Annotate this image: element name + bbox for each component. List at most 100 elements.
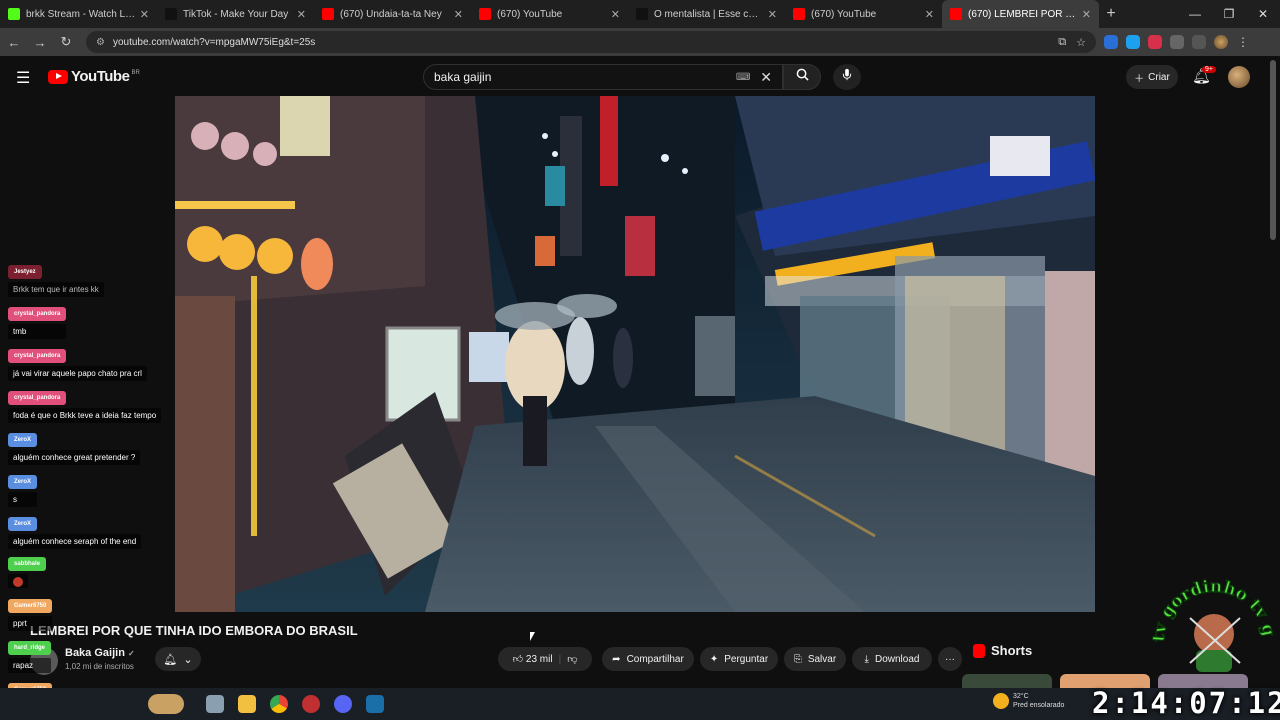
share-label: Compartilhar xyxy=(626,653,684,665)
notifications-badge: 9+ xyxy=(1202,66,1216,73)
mouse-cursor xyxy=(530,632,535,641)
browser-tab[interactable]: (670) LEMBREI POR QUE TI ✕ xyxy=(942,0,1099,28)
extension-icon[interactable] xyxy=(1104,35,1118,49)
country-code: BR xyxy=(131,69,140,76)
restore-icon[interactable]: ❐ xyxy=(1212,7,1246,21)
close-tab-icon[interactable]: ✕ xyxy=(140,8,149,21)
close-tab-icon[interactable]: ✕ xyxy=(297,8,306,21)
chat-message: hard_ridge rapaz xyxy=(8,636,52,673)
tab-title: (670) LEMBREI POR QUE TI xyxy=(968,8,1078,20)
youtube-logo[interactable]: YouTube BR xyxy=(48,68,140,85)
app-icon[interactable] xyxy=(302,695,320,713)
search-input[interactable]: baka gaijin ⌨ ✕ xyxy=(423,64,783,90)
download-label: Download xyxy=(874,653,920,665)
browser-tab[interactable]: (670) YouTube ✕ xyxy=(471,0,628,28)
more-actions-button[interactable]: ··· xyxy=(938,647,962,671)
extension-icon[interactable] xyxy=(1148,35,1162,49)
chat-username: ZeroX xyxy=(8,433,38,447)
task-view-icon[interactable] xyxy=(206,695,224,713)
create-button[interactable]: ＋ Criar xyxy=(1126,65,1178,89)
weather-desc: Pred ensolarado xyxy=(1013,702,1065,709)
chat-message: crystal_pandora já vai virar aquele papo … xyxy=(8,344,147,381)
chat-text: rapaz xyxy=(8,658,52,673)
ask-button[interactable]: ✦ Perguntar xyxy=(700,647,778,671)
install-app-icon[interactable]: ⧉ xyxy=(1058,36,1066,49)
youtube-header: ☰ YouTube BR baka gaijin ⌨ ✕ ＋ Criar 🔔︎ … xyxy=(0,56,1280,96)
more-icon: ··· xyxy=(945,653,955,665)
file-explorer-icon[interactable] xyxy=(238,695,256,713)
chat-message: ZeroX s xyxy=(8,470,38,507)
browser-menu-icon[interactable]: ⋮ xyxy=(1236,35,1250,49)
browser-tab[interactable]: brkk Stream - Watch Live o ✕ xyxy=(0,0,157,28)
windows-taskbar xyxy=(0,688,1280,720)
chat-username: crystal_pandora xyxy=(8,349,67,363)
close-window-icon[interactable]: ✕ xyxy=(1246,7,1280,21)
subscription-notification-button[interactable]: 🔔︎ ⌄ xyxy=(155,647,201,671)
bookmark-icon: ⎘ xyxy=(793,653,802,665)
page-scrollbar[interactable] xyxy=(1270,60,1276,240)
close-tab-icon[interactable]: ✕ xyxy=(1082,8,1091,21)
close-tab-icon[interactable]: ✕ xyxy=(454,8,463,21)
verified-icon: ✓ xyxy=(127,649,135,658)
account-avatar[interactable] xyxy=(1228,66,1250,88)
download-button[interactable]: ⤓ Download xyxy=(852,647,932,671)
video-player[interactable] xyxy=(175,96,1095,612)
voice-search-button[interactable] xyxy=(833,64,861,90)
chat-message: ZeroX alguém conhece great pretender ? xyxy=(8,428,141,465)
steam-icon[interactable] xyxy=(366,695,384,713)
clear-search-icon[interactable]: ✕ xyxy=(760,69,772,86)
tab-title: TikTok - Make Your Day xyxy=(183,8,289,20)
chat-username: crystal_pandora xyxy=(8,307,67,321)
tiktok-icon xyxy=(636,8,648,20)
chat-username: Jestyez xyxy=(8,265,42,279)
close-tab-icon[interactable]: ✕ xyxy=(925,8,934,21)
browser-tab[interactable]: TikTok - Make Your Day ✕ xyxy=(157,0,314,28)
url-text: youtube.com/watch?v=mpgaMW75iEg&t=25s xyxy=(112,36,316,48)
channel-name-text: Baka Gaijin xyxy=(65,647,125,659)
ask-label: Perguntar xyxy=(724,653,769,665)
chrome-icon[interactable] xyxy=(270,695,288,713)
share-button[interactable]: ➦ Compartilhar xyxy=(602,647,694,671)
channel-name[interactable]: Baka Gaijin ✓ xyxy=(65,647,135,659)
microphone-icon xyxy=(842,68,852,81)
save-button[interactable]: ⎘ Salvar xyxy=(784,647,846,671)
save-label: Salvar xyxy=(807,653,837,665)
discord-icon[interactable] xyxy=(334,695,352,713)
close-tab-icon[interactable]: ✕ xyxy=(768,8,777,21)
reload-icon[interactable]: ↻ xyxy=(54,34,78,50)
search-query: baka gaijin xyxy=(434,70,492,84)
extensions-puzzle-icon[interactable] xyxy=(1170,35,1184,49)
browser-tab[interactable]: (670) Undaia-ta-ta Ney ✕ xyxy=(314,0,471,28)
browser-tab[interactable]: O mentalista | Esse cara é muit ✕ xyxy=(628,0,785,28)
hamburger-menu-icon[interactable]: ☰ xyxy=(16,68,30,88)
close-tab-icon[interactable]: ✕ xyxy=(611,8,620,21)
taskbar-weather[interactable]: 32°C Pred ensolarado xyxy=(993,692,1064,710)
youtube-icon xyxy=(793,8,805,20)
tiktok-icon xyxy=(165,8,177,20)
forward-icon[interactable]: → xyxy=(28,35,52,50)
new-tab-icon[interactable]: + xyxy=(1099,5,1123,23)
minimize-icon[interactable]: — xyxy=(1178,7,1212,21)
chat-username: Gamer6750 xyxy=(8,599,53,613)
chat-message: Jestyez Brkk tem que ir antes kk xyxy=(8,260,104,297)
search-button[interactable] xyxy=(783,64,821,90)
back-icon[interactable]: ← xyxy=(2,35,26,50)
chat-message: crystal_pandora foda é que o Brkk teve a … xyxy=(8,386,162,423)
profile-avatar[interactable] xyxy=(1214,35,1228,49)
sparkle-icon: ✦ xyxy=(709,653,719,665)
browser-tab[interactable]: (670) YouTube ✕ xyxy=(785,0,942,28)
chat-message: Gamer6750 pprt xyxy=(8,594,53,631)
bookmark-star-icon[interactable]: ☆ xyxy=(1076,36,1086,49)
extension-icon[interactable] xyxy=(1126,35,1140,49)
taskbar-search-icon[interactable] xyxy=(148,694,184,714)
shorts-header[interactable]: Shorts xyxy=(973,643,1032,658)
dislike-button[interactable]: 👎︎ xyxy=(567,653,577,665)
shorts-label: Shorts xyxy=(991,643,1033,658)
tab-title: (670) YouTube xyxy=(811,8,877,20)
youtube-icon xyxy=(322,8,334,20)
like-button[interactable]: 👍︎ 23 mil xyxy=(513,653,553,665)
url-field[interactable]: ⚙ youtube.com/watch?v=mpgaMW75iEg&t=25s … xyxy=(86,31,1096,53)
keyboard-icon[interactable]: ⌨ xyxy=(736,72,750,83)
site-info-icon[interactable]: ⚙ xyxy=(96,37,105,48)
media-control-icon[interactable] xyxy=(1192,35,1206,49)
